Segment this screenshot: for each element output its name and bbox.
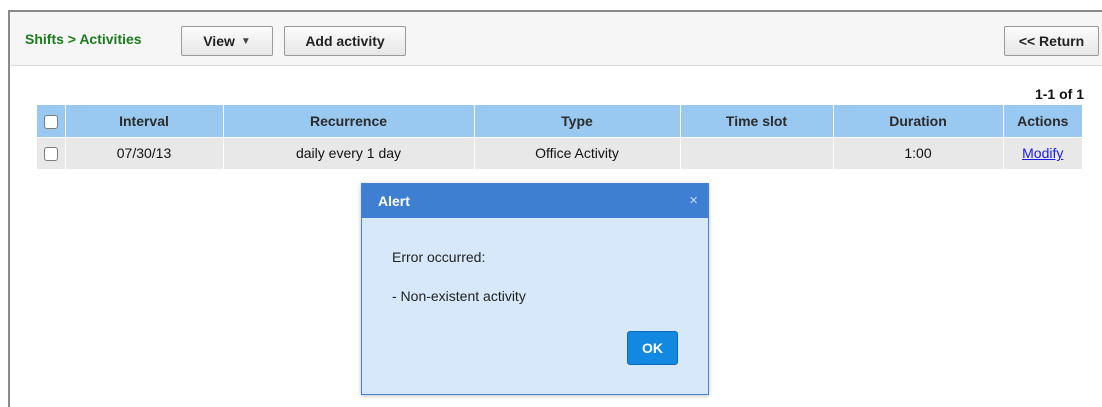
frame-left-border xyxy=(8,10,10,407)
header-select-cell xyxy=(37,105,65,137)
cell-time-slot xyxy=(679,136,833,169)
return-button[interactable]: << Return xyxy=(1004,26,1099,56)
view-dropdown-button[interactable]: View ▼ xyxy=(181,26,273,56)
table-header-row: Interval Recurrence Type Time slot Durat… xyxy=(37,105,1082,137)
close-icon[interactable]: × xyxy=(689,192,698,209)
error-message-heading: Error occurred: xyxy=(392,249,486,265)
ok-button[interactable]: OK xyxy=(627,331,678,365)
table-row: 07/30/13 daily every 1 day Office Activi… xyxy=(37,136,1082,169)
chevron-down-icon: ▼ xyxy=(240,35,251,47)
activities-table: Interval Recurrence Type Time slot Durat… xyxy=(37,105,1082,169)
breadcrumb[interactable]: Shifts > Activities xyxy=(25,31,142,47)
alert-dialog: Alert × Error occurred: - Non-existent a… xyxy=(361,183,709,395)
header-type[interactable]: Type xyxy=(473,105,680,137)
pagination-count: 1-1 of 1 xyxy=(1034,86,1084,102)
cell-recurrence: daily every 1 day xyxy=(222,136,474,169)
cell-interval: 07/30/13 xyxy=(64,136,223,169)
cell-type: Office Activity xyxy=(473,136,680,169)
view-button-label: View xyxy=(203,33,235,49)
cell-actions: Modify xyxy=(1002,136,1082,169)
dialog-header: Alert × xyxy=(362,184,708,218)
toolbar: Shifts > Activities View ▼ Add activity … xyxy=(10,12,1102,66)
header-recurrence[interactable]: Recurrence xyxy=(222,105,474,137)
error-message-detail: - Non-existent activity xyxy=(392,288,526,304)
row-checkbox[interactable] xyxy=(43,147,58,162)
dialog-title: Alert xyxy=(378,193,410,209)
modify-link[interactable]: Modify xyxy=(1022,145,1063,161)
header-time-slot[interactable]: Time slot xyxy=(679,105,833,137)
select-all-checkbox[interactable] xyxy=(43,114,58,129)
add-activity-button[interactable]: Add activity xyxy=(284,26,406,56)
header-actions: Actions xyxy=(1002,105,1082,137)
header-duration[interactable]: Duration xyxy=(832,105,1003,137)
cell-duration: 1:00 xyxy=(832,136,1003,169)
row-select-cell xyxy=(37,136,65,169)
header-interval[interactable]: Interval xyxy=(64,105,223,137)
